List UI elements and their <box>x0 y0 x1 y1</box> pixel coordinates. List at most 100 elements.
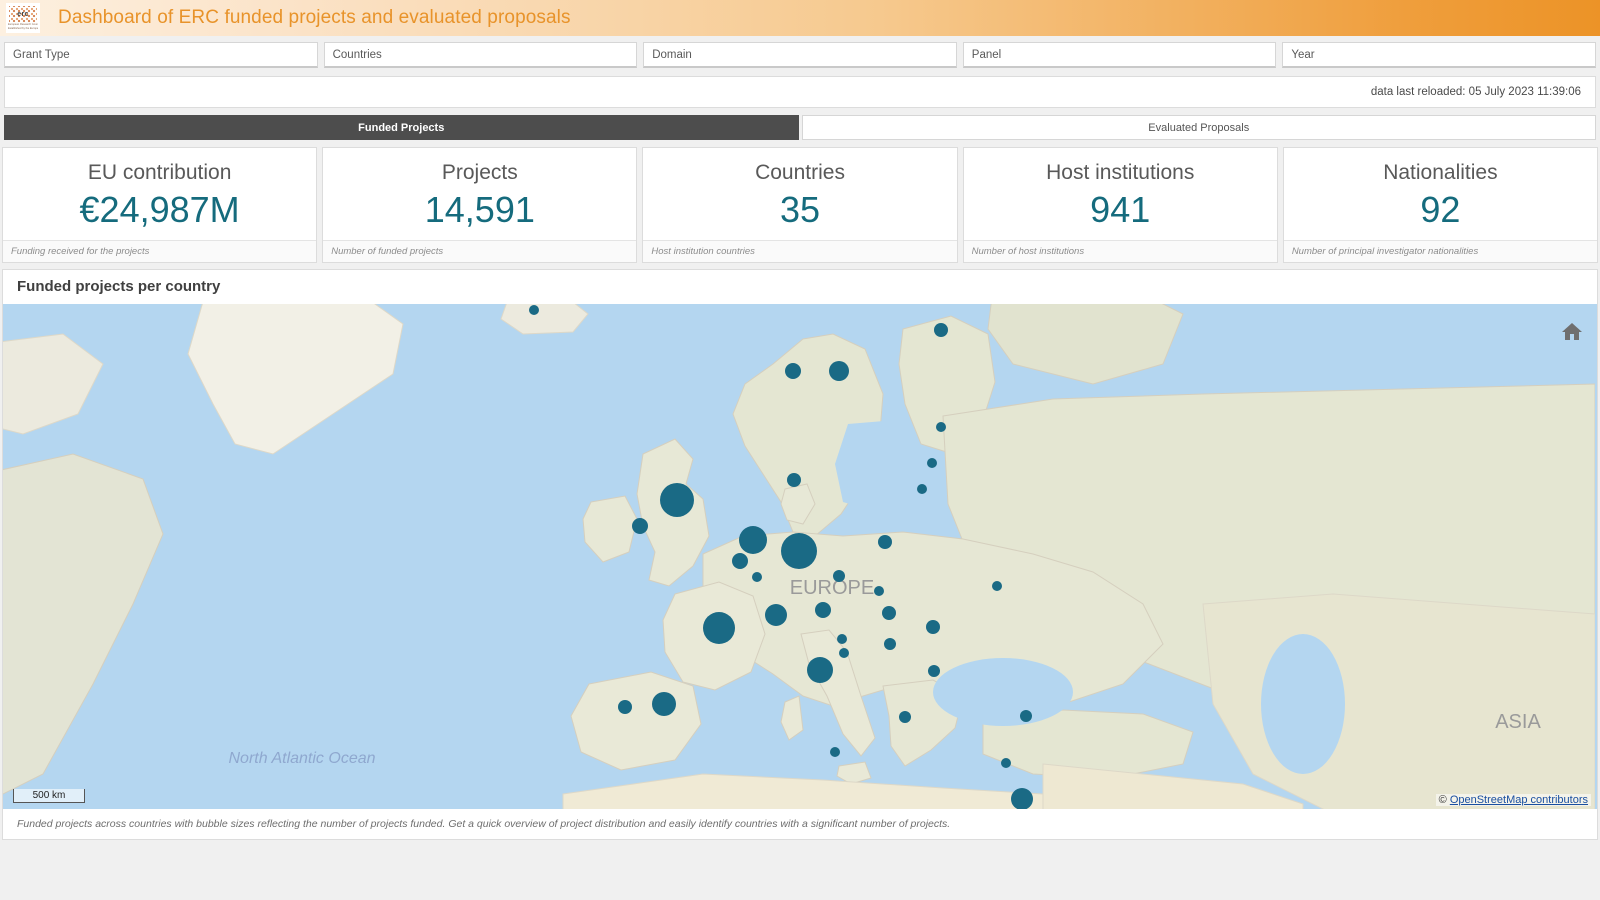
erc-logo: erc European Research Council Establishe… <box>0 0 46 36</box>
map-bubble[interactable] <box>992 580 1002 591</box>
filter-panel[interactable]: Panel <box>962 42 1277 68</box>
kpi-body: Countries 35 <box>643 148 956 240</box>
map-bubble[interactable] <box>1011 787 1033 810</box>
filter-grant-type-label: Grant Type <box>13 48 70 61</box>
openstreetmap-link[interactable]: OpenStreetMap contributors <box>1450 794 1588 806</box>
filter-bar: Grant Type Countries Domain Panel Year <box>0 36 1600 75</box>
kpi-body: Projects 14,591 <box>323 148 636 240</box>
kpi-footnote: Funding received for the projects <box>3 240 317 262</box>
map-bubble[interactable] <box>878 534 892 549</box>
data-reload-bar: data last reloaded: 05 July 2023 11:39:0… <box>4 76 1596 108</box>
erc-logo-mark: erc <box>9 5 37 23</box>
map-bubble[interactable] <box>928 664 940 677</box>
kpi-footnote: Number of host institutions <box>963 240 1277 262</box>
map-panel-footnote: Funded projects across countries with bu… <box>3 809 1597 839</box>
map-bubble[interactable] <box>632 517 648 534</box>
filter-countries-label: Countries <box>332 48 382 61</box>
map-scalebar: 500 km <box>13 789 85 804</box>
map-bubble[interactable] <box>732 552 748 569</box>
filter-year[interactable]: Year <box>1282 42 1596 68</box>
tab-evaluated-proposals[interactable]: Evaluated Proposals <box>801 115 1596 140</box>
kpi-card-projects[interactable]: Projects 14,591 Number of funded project… <box>322 147 638 263</box>
bubble-map[interactable]: EUROPE ASIA North Atlantic Ocean <box>3 303 1595 810</box>
map-bubble[interactable] <box>936 421 946 432</box>
map-panel-title: Funded projects per country <box>17 278 221 296</box>
kpi-footnote: Host institution countries <box>643 240 957 262</box>
map-bubble[interactable] <box>787 472 801 487</box>
kpi-value: 941 <box>1090 189 1151 231</box>
home-icon[interactable] <box>1559 318 1585 344</box>
map-label: EUROPE <box>790 577 874 599</box>
tab-evaluated-proposals-label: Evaluated Proposals <box>1148 121 1250 134</box>
filter-grant-type[interactable]: Grant Type <box>4 42 318 68</box>
map-bubble[interactable] <box>884 637 896 650</box>
water-black-sea <box>933 657 1073 726</box>
map-bubble[interactable] <box>837 633 847 644</box>
kpi-body: Nationalities 92 <box>1284 148 1597 240</box>
map-bubble[interactable] <box>618 699 632 714</box>
kpi-body: Host institutions 941 <box>964 148 1277 240</box>
map-bubble[interactable] <box>765 603 787 626</box>
map-bubble[interactable] <box>934 322 948 337</box>
map-bubble[interactable] <box>1001 757 1011 768</box>
tab-funded-projects-label: Funded Projects <box>358 121 445 134</box>
kpi-value: 35 <box>779 189 821 231</box>
map-scalebar-label: 500 km <box>32 790 66 802</box>
map-bubble[interactable] <box>529 304 539 315</box>
map-bubble[interactable] <box>752 571 762 582</box>
map-attribution: © OpenStreetMap contributors <box>1435 794 1591 807</box>
map-bubble[interactable] <box>815 601 831 618</box>
filter-domain-label: Domain <box>652 48 692 61</box>
map-bubble[interactable] <box>926 619 940 634</box>
filter-year-label: Year <box>1291 48 1315 61</box>
map-bubble[interactable] <box>917 483 927 494</box>
map-bubble[interactable] <box>839 647 849 658</box>
kpi-card-eu-contribution[interactable]: EU contribution €24,987M Funding receive… <box>2 147 318 263</box>
erc-logo-text: erc <box>17 10 29 18</box>
kpi-title: Host institutions <box>1046 160 1195 184</box>
kpi-card-countries[interactable]: Countries 35 Host institution countries <box>642 147 958 263</box>
filter-countries[interactable]: Countries <box>323 42 638 68</box>
kpi-card-nationalities[interactable]: Nationalities 92 Number of principal inv… <box>1282 147 1599 263</box>
map-bubble[interactable] <box>660 482 694 517</box>
kpi-row: EU contribution €24,987M Funding receive… <box>0 140 1600 263</box>
page-title: Dashboard of ERC funded projects and eva… <box>58 7 571 28</box>
map-bubble[interactable] <box>899 710 911 723</box>
kpi-title: EU contribution <box>87 160 232 184</box>
map-bubble[interactable] <box>739 525 767 554</box>
tab-funded-projects[interactable]: Funded Projects <box>4 115 799 140</box>
map-bubble[interactable] <box>807 656 833 683</box>
kpi-value: 14,591 <box>424 189 535 231</box>
tab-bar: Funded Projects Evaluated Proposals <box>4 115 1596 140</box>
kpi-footnote: Number of principal investigator nationa… <box>1283 240 1598 262</box>
map-bubble[interactable] <box>781 532 817 569</box>
map-bubble[interactable] <box>927 457 937 468</box>
map-attribution-prefix: © <box>1438 794 1450 807</box>
kpi-footnote: Number of funded projects <box>323 240 637 262</box>
kpi-value: €24,987M <box>79 189 240 231</box>
map-bubble[interactable] <box>882 605 896 620</box>
map-bubble[interactable] <box>652 691 676 716</box>
map-canvas[interactable]: EUROPE ASIA North Atlantic Ocean 500 km © … <box>3 303 1597 810</box>
erc-logo-subtitle-2: Established by the European Commission <box>8 26 38 30</box>
map-bubble[interactable] <box>785 362 801 379</box>
kpi-title: Projects <box>441 160 518 184</box>
kpi-value: 92 <box>1420 189 1461 231</box>
kpi-title: Countries <box>755 160 845 184</box>
kpi-body: EU contribution €24,987M <box>3 148 316 240</box>
filter-panel-label: Panel <box>971 48 1002 61</box>
map-bubble[interactable] <box>874 585 884 596</box>
water-caspian-sea <box>1261 633 1345 774</box>
map-panel: Funded projects per country EUROPE ASIA … <box>2 269 1598 840</box>
map-label: North Atlantic Ocean <box>228 750 375 767</box>
filter-domain[interactable]: Domain <box>643 42 957 68</box>
map-bubble[interactable] <box>1020 709 1032 722</box>
map-bubble[interactable] <box>833 569 845 582</box>
map-bubble[interactable] <box>830 746 840 757</box>
app-header: erc European Research Council Establishe… <box>0 0 1600 36</box>
kpi-card-host-institutions[interactable]: Host institutions 941 Number of host ins… <box>962 147 1278 263</box>
map-bubble[interactable] <box>829 360 849 381</box>
data-last-reloaded-text: data last reloaded: 05 July 2023 11:39:0… <box>1370 86 1581 98</box>
map-label: ASIA <box>1495 711 1541 733</box>
map-bubble[interactable] <box>703 611 735 644</box>
